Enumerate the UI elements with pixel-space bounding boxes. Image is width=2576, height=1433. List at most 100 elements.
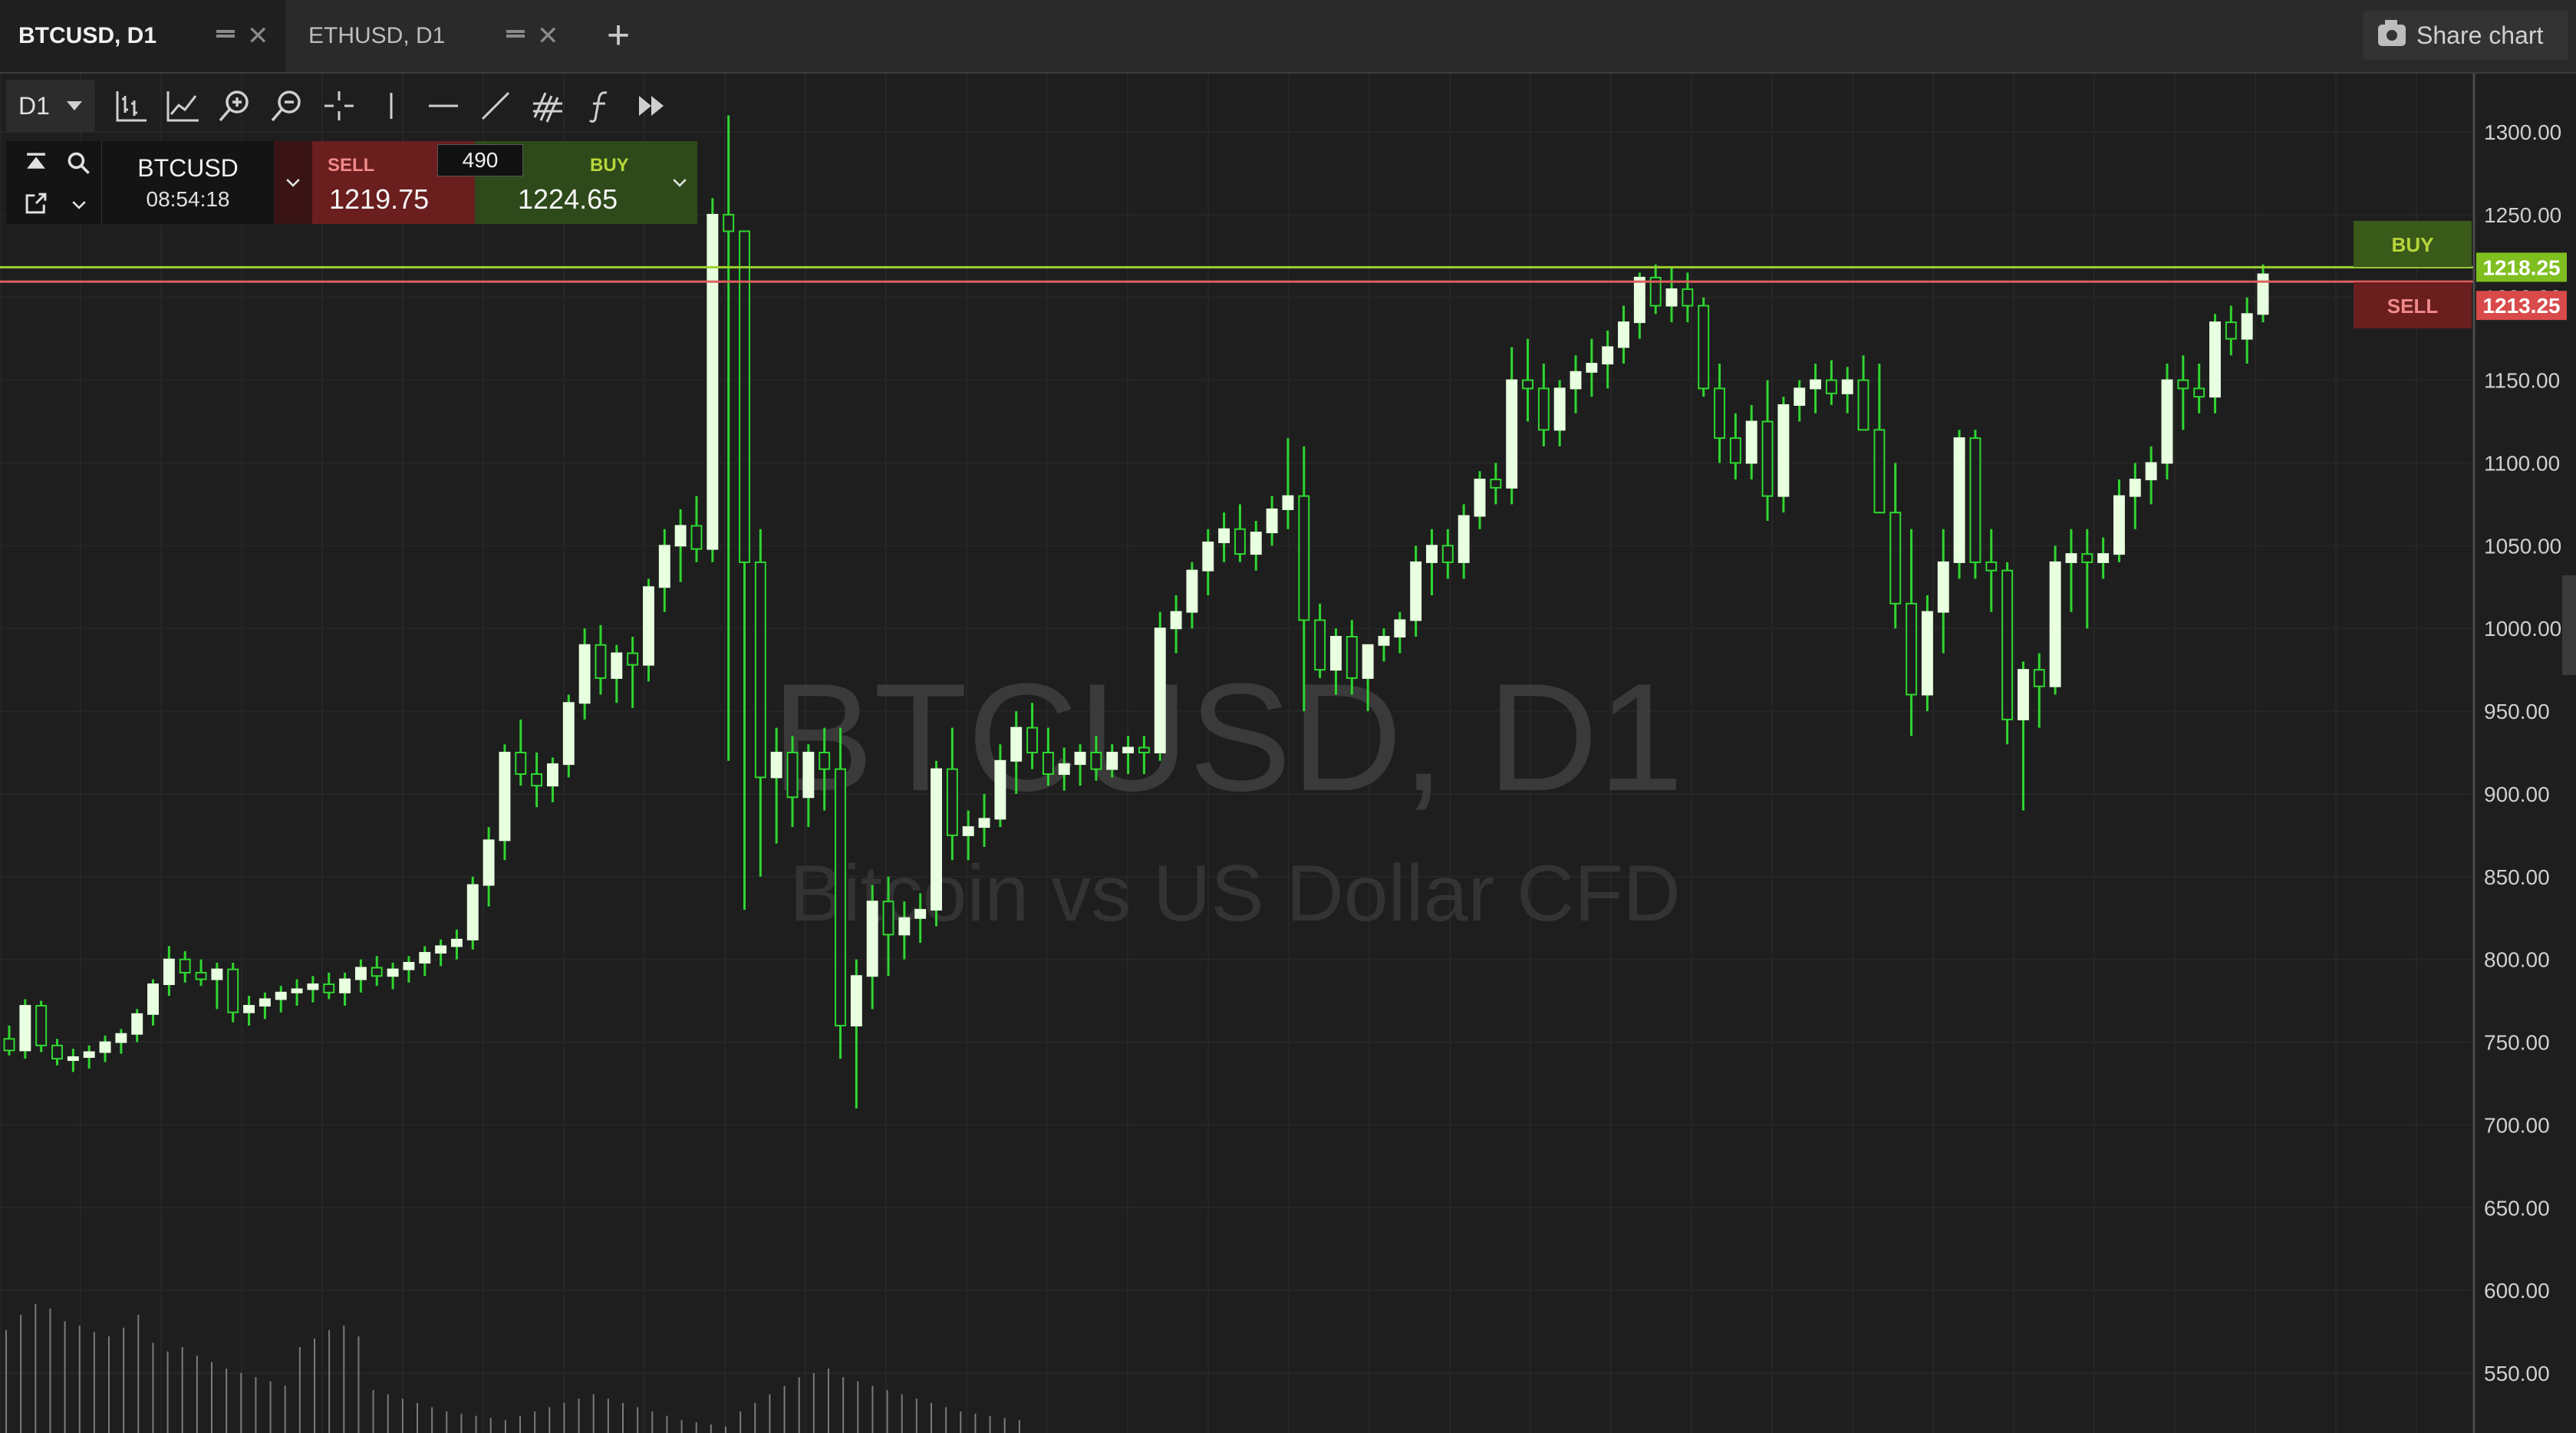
timeframe-value: D1 xyxy=(18,91,50,120)
candle-body xyxy=(163,958,175,986)
candle-body xyxy=(1794,387,1806,406)
candle xyxy=(387,962,399,990)
symbol-info[interactable]: BTCUSD 08:54:18 xyxy=(101,141,274,224)
candle-body xyxy=(2097,553,2110,563)
sell-dropdown[interactable] xyxy=(274,141,312,224)
candle-body xyxy=(1985,561,1998,572)
trend-line-icon[interactable] xyxy=(469,80,522,132)
candle xyxy=(546,757,558,802)
vertical-line-icon[interactable] xyxy=(365,80,417,132)
candle-body xyxy=(2193,387,2205,398)
candle-body xyxy=(515,752,527,776)
buy-side-button[interactable]: BUY xyxy=(2354,221,2472,267)
candle xyxy=(1953,430,1965,579)
chevron-down-icon[interactable] xyxy=(60,186,98,224)
candle-body xyxy=(1122,746,1135,754)
popout-icon[interactable] xyxy=(17,184,55,222)
candle-body xyxy=(67,1056,79,1061)
search-icon[interactable] xyxy=(60,144,98,183)
candle xyxy=(227,962,239,1023)
candle-body xyxy=(1857,379,1869,431)
candle xyxy=(483,827,495,907)
candle-body xyxy=(1889,512,1902,604)
candle xyxy=(2177,355,2189,430)
candle-body xyxy=(1362,644,1374,679)
add-tab-button[interactable]: + xyxy=(591,11,646,61)
zoom-in-icon[interactable] xyxy=(209,80,261,132)
watermark-title: BTCUSD, D1 xyxy=(771,652,1683,823)
candle xyxy=(466,876,479,950)
candle-body xyxy=(371,967,383,977)
candle xyxy=(1873,364,1886,514)
candle-body xyxy=(1298,495,1310,621)
candle xyxy=(2049,545,2061,695)
function-icon[interactable] xyxy=(574,80,626,132)
axis-scroll-handle[interactable] xyxy=(2562,575,2576,675)
candle-body xyxy=(1969,437,1981,563)
close-icon[interactable]: ✕ xyxy=(537,21,559,51)
buy-dropdown[interactable] xyxy=(662,141,697,224)
candle-body xyxy=(19,1005,31,1052)
candle-body xyxy=(1714,387,1726,440)
candle xyxy=(115,1029,127,1054)
close-icon[interactable]: ✕ xyxy=(247,21,269,51)
candle-body xyxy=(1906,602,1918,696)
zoom-out-icon[interactable] xyxy=(261,80,313,132)
tab-ethusd[interactable]: ETHUSD, D1 ✕ xyxy=(290,0,575,72)
candle-body xyxy=(1154,628,1166,754)
fibonacci-icon[interactable] xyxy=(522,80,574,132)
candle-body xyxy=(115,1033,127,1043)
fast-forward-icon[interactable] xyxy=(626,80,678,132)
sell-side-button[interactable]: SELL xyxy=(2354,282,2472,328)
candle-body xyxy=(179,958,191,973)
candle-body xyxy=(1921,611,1933,696)
drag-handle-icon[interactable] xyxy=(506,30,525,42)
candle-body xyxy=(770,752,782,779)
timeframe-dropdown[interactable]: D1 xyxy=(6,80,95,132)
candle-body xyxy=(1074,752,1086,766)
candle-body xyxy=(690,525,703,550)
candle xyxy=(2097,537,2110,579)
candle-body xyxy=(1458,515,1470,563)
candle xyxy=(83,1045,95,1069)
horizontal-line-icon[interactable] xyxy=(417,80,469,132)
candle xyxy=(931,760,942,927)
candle-body xyxy=(531,773,543,787)
crosshair-icon[interactable] xyxy=(313,80,365,132)
chart-type-icon[interactable] xyxy=(104,80,156,132)
tab-bar: BTCUSD, D1 ✕ ETHUSD, D1 ✕ + Share chart xyxy=(0,0,2576,74)
candle-body xyxy=(898,917,911,936)
candle-body xyxy=(914,908,927,919)
axis-tick-label: 1150.00 xyxy=(2484,369,2560,393)
share-chart-label: Share chart xyxy=(2416,21,2544,49)
candle-body xyxy=(2065,553,2077,563)
axis-tick-label: 900.00 xyxy=(2484,782,2550,806)
candle xyxy=(1394,611,1406,654)
candle xyxy=(658,529,670,612)
candle xyxy=(435,939,447,967)
candle xyxy=(1729,413,1741,480)
candle xyxy=(1553,380,1566,446)
candle xyxy=(450,929,463,960)
collapse-icon[interactable] xyxy=(17,144,55,183)
candle xyxy=(307,976,319,1003)
tab-btcusd[interactable]: BTCUSD, D1 ✕ xyxy=(0,0,285,72)
share-chart-button[interactable]: Share chart xyxy=(2363,11,2568,60)
candle xyxy=(2225,305,2237,356)
chevron-down-icon xyxy=(673,179,687,187)
candle-body xyxy=(1665,288,1678,307)
candle-body xyxy=(2113,495,2125,555)
symbol-name: BTCUSD xyxy=(137,153,239,182)
candle xyxy=(259,992,271,1020)
drag-handle-icon[interactable] xyxy=(216,30,235,42)
candle-body xyxy=(1777,404,1790,497)
candle-body xyxy=(35,1005,48,1046)
candle-body xyxy=(658,545,670,588)
candle xyxy=(1745,404,1757,480)
axis-tick-label: 550.00 xyxy=(2484,1362,2550,1385)
indicators-icon[interactable] xyxy=(156,80,209,132)
candle xyxy=(1889,463,1902,629)
candle xyxy=(2257,264,2269,323)
candle xyxy=(147,979,159,1026)
candle-body xyxy=(259,998,271,1007)
